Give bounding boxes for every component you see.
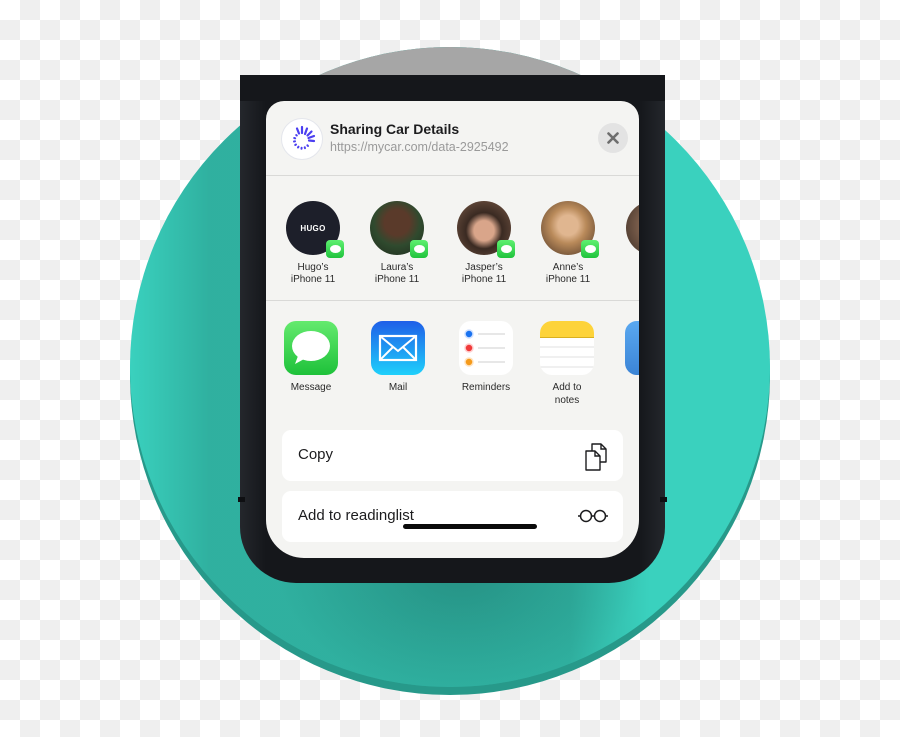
action-label: Copy <box>298 446 334 463</box>
contact-device: iPhone 11 <box>545 274 591 285</box>
avatar <box>541 201 599 258</box>
avatar <box>370 201 428 258</box>
close-button[interactable] <box>598 123 628 153</box>
app-label: Message <box>290 382 332 393</box>
contact-hugo[interactable]: HUGO Hugo’s iPhone 11 <box>273 201 353 286</box>
partial-app-icon <box>625 321 639 375</box>
action-label: Add to readinglist <box>298 507 414 524</box>
contact-mac[interactable]: Mac <box>613 201 639 286</box>
app-partial[interactable]: T <box>612 321 639 394</box>
contact-jasper[interactable]: Jasper’s iPhone 11 <box>444 201 524 286</box>
avatar <box>457 201 515 258</box>
app-mail[interactable]: Mail <box>358 321 438 394</box>
avatar-initials: HUGO <box>300 224 326 233</box>
glasses-icon <box>577 508 609 529</box>
contact-anne[interactable]: Anne’s iPhone 11 <box>528 201 608 286</box>
contact-name: Laura’s <box>380 262 414 273</box>
app-label: Add to <box>552 382 582 393</box>
messages-app-icon <box>284 321 338 375</box>
avatar <box>626 201 639 255</box>
phone-side-button-right <box>660 497 667 502</box>
app-label: Mail <box>388 382 408 393</box>
avatar: HUGO <box>286 201 344 258</box>
app-reminders[interactable]: Reminders <box>446 321 526 394</box>
mail-app-icon <box>371 321 425 375</box>
contact-device: iPhone 11 <box>290 274 336 285</box>
app-messages[interactable]: Message <box>271 321 351 394</box>
messages-badge-icon <box>326 240 344 258</box>
contact-device: iPhone 11 <box>374 274 420 285</box>
copy-action[interactable]: Copy <box>282 430 623 481</box>
contact-laura[interactable]: Laura’s iPhone 11 <box>357 201 437 286</box>
phone-side-button-left <box>238 497 245 502</box>
share-url: https://mycar.com/data-2925492 <box>330 140 509 154</box>
contact-name: Jasper’s <box>465 262 503 273</box>
reminders-app-icon <box>459 321 513 375</box>
app-label: T <box>612 381 639 394</box>
messages-badge-icon <box>410 240 428 258</box>
close-icon <box>607 132 619 144</box>
home-indicator[interactable] <box>403 524 537 529</box>
notes-app-icon <box>540 321 594 375</box>
app-notes[interactable]: Add to notes <box>527 321 607 407</box>
app-label: notes <box>554 395 580 406</box>
share-sheet-header: Sharing Car Details https://mycar.com/da… <box>266 101 639 176</box>
contact-name: Anne’s <box>552 262 584 273</box>
airdrop-contacts-row: HUGO Hugo’s iPhone 11 Laura’s iPhone 11 … <box>266 176 639 301</box>
spinner-logo-icon <box>281 118 323 160</box>
share-sheet: Sharing Car Details https://mycar.com/da… <box>266 101 639 558</box>
share-title: Sharing Car Details <box>330 121 460 137</box>
add-to-readinglist-action[interactable]: Add to readinglist <box>282 491 623 542</box>
contact-name <box>613 262 639 274</box>
messages-badge-icon <box>497 240 515 258</box>
contact-device: Mac <box>613 274 639 286</box>
contact-device: iPhone 11 <box>461 274 507 285</box>
contact-name: Hugo’s <box>297 262 329 273</box>
copy-icon <box>583 442 609 477</box>
messages-badge-icon <box>581 240 599 258</box>
share-apps-row: Message Mail Reminders Add to notes <box>266 301 639 426</box>
app-label: Reminders <box>461 382 511 393</box>
